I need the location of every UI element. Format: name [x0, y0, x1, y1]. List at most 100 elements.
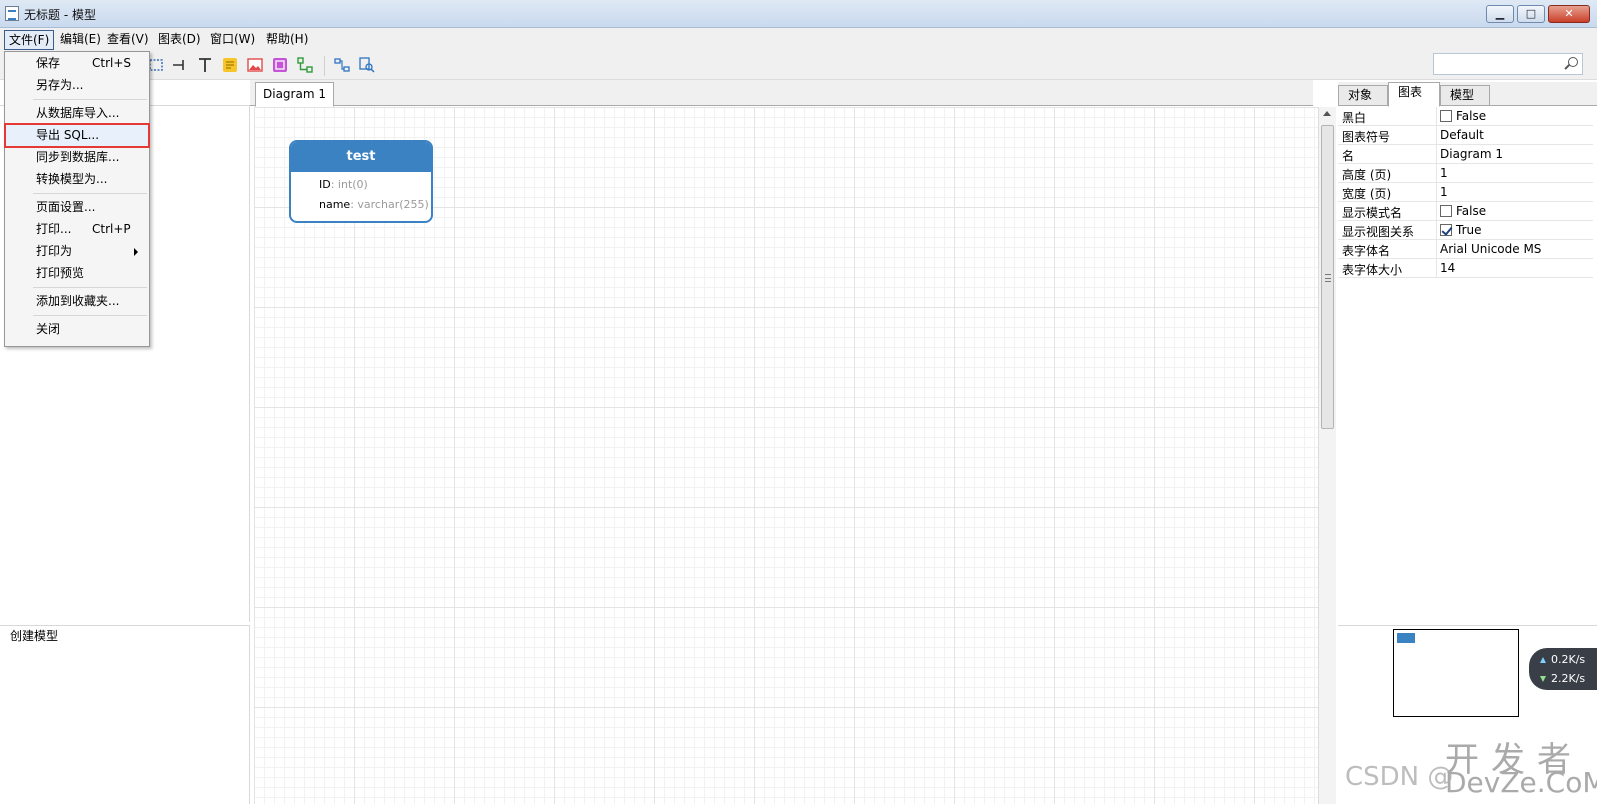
label-tool-icon[interactable] [197, 57, 213, 73]
canvas-vertical-scrollbar[interactable] [1318, 107, 1336, 804]
menu-item-print-preview[interactable]: 打印预览 [6, 263, 148, 284]
property-key: 显示模式名 [1342, 206, 1403, 220]
property-key: 高度 (页) [1342, 168, 1392, 182]
toolbar-separator [324, 56, 325, 76]
field-type: : int(0) [330, 178, 368, 191]
checkbox-unchecked[interactable] [1440, 110, 1452, 122]
minimap-entity [1397, 633, 1415, 643]
maximize-button[interactable]: □ [1517, 5, 1545, 23]
property-value: False [1456, 109, 1487, 123]
property-value: 14 [1440, 261, 1456, 275]
property-key: 名 [1342, 149, 1355, 163]
properties-grid: 黑白 False 图表符号 Default 名 Diagram 1 高度 (页)… [1338, 107, 1593, 622]
status-text: 创建模型 [10, 629, 59, 643]
tab-diagram-properties[interactable]: 图表 [1388, 82, 1440, 107]
tab-object[interactable]: 对象 [1338, 85, 1388, 106]
menu-separator [33, 287, 147, 288]
property-value: 1 [1440, 185, 1448, 199]
menu-bar: 文件(F) 编辑(E) 查看(V) 图表(D) 窗口(W) 帮助(H) [0, 28, 1597, 51]
toolbar [0, 51, 1597, 80]
property-value: 1 [1440, 166, 1448, 180]
menu-edit[interactable]: 编辑(E) [56, 30, 105, 50]
upload-arrow-icon [1540, 657, 1546, 663]
property-value: Arial Unicode MS [1440, 242, 1542, 256]
tab-model[interactable]: 模型 [1440, 85, 1490, 106]
diagram-overview-minimap[interactable] [1393, 629, 1519, 717]
property-row[interactable]: 高度 (页) 1 [1338, 164, 1593, 183]
menu-item-sync-db[interactable]: 同步到数据库... [6, 147, 148, 168]
title-bar: 无标题 - 模型 ▁ □ ✕ [0, 0, 1597, 28]
download-speed: 2.2K/s [1551, 672, 1586, 685]
note-tool-icon[interactable] [222, 57, 238, 73]
watermark-csdn: CSDN @ [1345, 762, 1454, 792]
upload-speed: 0.2K/s [1551, 653, 1586, 666]
zoom-diagram-icon[interactable] [359, 57, 375, 73]
menu-item-label: 打印为 [36, 244, 73, 258]
property-key: 宽度 (页) [1342, 187, 1392, 201]
property-value: False [1456, 204, 1487, 218]
menu-separator [33, 193, 147, 194]
shortcut-label: Ctrl+S [92, 56, 132, 70]
property-value: True [1456, 223, 1482, 237]
table-entity-test[interactable]: test ID: int(0) name: varchar(255) [289, 140, 433, 223]
property-key: 表字体大小 [1342, 263, 1403, 277]
property-row[interactable]: 表字体大小 14 [1338, 259, 1593, 278]
search-input[interactable] [1433, 53, 1583, 75]
search-icon[interactable] [1568, 57, 1578, 67]
scroll-up-arrow-icon[interactable] [1323, 111, 1331, 116]
menu-item-print-as[interactable]: 打印为 [6, 241, 148, 262]
menu-file[interactable]: 文件(F) [4, 30, 55, 50]
menu-item-save[interactable]: 保存 Ctrl+S [6, 53, 148, 74]
close-window-button[interactable]: ✕ [1548, 5, 1590, 23]
checkbox-checked[interactable] [1440, 224, 1452, 236]
menu-window[interactable]: 窗口(W) [206, 30, 259, 50]
tab-diagram-1[interactable]: Diagram 1 [255, 82, 334, 107]
entity-field-name[interactable]: name: varchar(255) [319, 198, 429, 211]
image-tool-icon[interactable] [247, 57, 263, 73]
menu-item-export-sql[interactable]: 导出 SQL... [4, 123, 150, 148]
menu-item-close[interactable]: 关闭 [6, 319, 148, 340]
property-row[interactable]: 名 Diagram 1 [1338, 145, 1593, 164]
field-type: : varchar(255) [350, 198, 429, 211]
auto-layout-icon[interactable] [334, 57, 350, 73]
menu-item-label: 打印... [36, 222, 72, 236]
menu-item-save-as[interactable]: 另存为... [6, 75, 148, 96]
file-dropdown-menu: 保存 Ctrl+S 另存为... 从数据库导入... 导出 SQL... 同步到数… [4, 51, 150, 347]
minimize-button[interactable]: ▁ [1486, 5, 1514, 23]
diagram-tab-strip [250, 80, 1313, 106]
property-row[interactable]: 显示视图关系 True [1338, 221, 1593, 240]
property-row[interactable]: 黑白 False [1338, 107, 1593, 126]
relation-tool-icon[interactable] [172, 57, 188, 73]
submenu-arrow-icon [134, 248, 138, 256]
network-speed-widget: 0.2K/s 2.2K/s [1529, 648, 1597, 690]
menu-diagram[interactable]: 图表(D) [154, 30, 205, 50]
property-row[interactable]: 图表符号 Default [1338, 126, 1593, 145]
menu-help[interactable]: 帮助(H) [262, 30, 312, 50]
shape-tool-icon[interactable] [272, 57, 288, 73]
menu-view[interactable]: 查看(V) [103, 30, 153, 50]
menu-item-convert-model[interactable]: 转换模型为... [6, 169, 148, 190]
view-tool-icon[interactable] [148, 57, 164, 73]
entity-field-id[interactable]: ID: int(0) [319, 178, 368, 191]
watermark-devze: DevZe.CoM [1445, 766, 1597, 799]
checkbox-unchecked[interactable] [1440, 205, 1452, 217]
info-panel [0, 625, 250, 804]
menu-item-label: 保存 [36, 56, 61, 70]
field-name: ID [319, 178, 331, 191]
menu-item-add-favorite[interactable]: 添加到收藏夹... [6, 291, 148, 312]
menu-item-page-setup[interactable]: 页面设置... [6, 197, 148, 218]
menu-item-import-db[interactable]: 从数据库导入... [6, 103, 148, 124]
property-row[interactable]: 宽度 (页) 1 [1338, 183, 1593, 202]
menu-separator [33, 99, 147, 100]
layer-tool-icon[interactable] [297, 57, 313, 73]
property-row[interactable]: 表字体名 Arial Unicode MS [1338, 240, 1593, 259]
entity-title: test [291, 142, 431, 172]
property-value: Diagram 1 [1440, 147, 1503, 161]
download-arrow-icon [1540, 676, 1546, 682]
property-key: 黑白 [1342, 111, 1367, 125]
property-value: Default [1440, 128, 1484, 142]
property-row[interactable]: 显示模式名 False [1338, 202, 1593, 221]
scrollbar-thumb[interactable] [1321, 125, 1334, 429]
menu-separator [33, 315, 147, 316]
menu-item-print[interactable]: 打印... Ctrl+P [6, 219, 148, 240]
